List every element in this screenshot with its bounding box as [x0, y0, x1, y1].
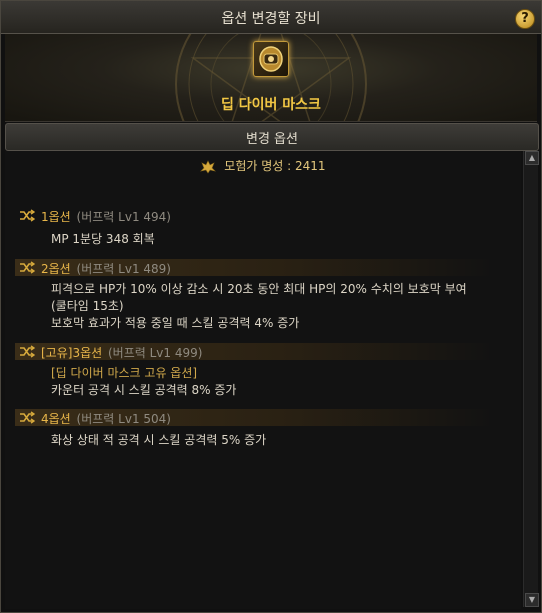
- adventurer-fame-icon: [200, 159, 217, 174]
- vertical-scrollbar[interactable]: ▲ ▼: [523, 151, 539, 607]
- option-1-header: 1옵션 (버프력 Lv1 494): [15, 207, 495, 224]
- option-1-line-1: MP 1분당 348 회복: [51, 232, 155, 246]
- shuffle-icon[interactable]: [19, 209, 35, 222]
- shuffle-icon[interactable]: [19, 345, 35, 358]
- fame-label: 모험가 명성 : 2411: [224, 159, 326, 173]
- option-3-title: [고유]3옵션 (버프력 Lv1 499): [41, 346, 203, 360]
- option-2-line-1: 피격으로 HP가 10% 이상 감소 시 20초 동안 최대 HP의 20% 수…: [51, 282, 467, 296]
- shuffle-icon[interactable]: [19, 411, 35, 424]
- option-3-line-1: 카운터 공격 시 스킬 공격력 8% 증가: [51, 383, 237, 397]
- option-4-header: 4옵션 (버프력 Lv1 504): [15, 409, 495, 426]
- helmet-mask-icon[interactable]: [253, 41, 289, 77]
- item-name: 딥 다이버 마스크: [221, 97, 321, 113]
- option-4-title: 4옵션 (버프력 Lv1 504): [41, 412, 171, 426]
- option-3-header: [고유]3옵션 (버프력 Lv1 499): [15, 343, 495, 360]
- option-3-unique-label: [딥 다이버 마스크 고유 옵션]: [51, 366, 198, 380]
- section-header: 변경 옵션: [5, 123, 539, 151]
- window-title: 옵션 변경할 장비: [221, 11, 321, 27]
- option-2-header: 2옵션 (버프력 Lv1 489): [15, 259, 495, 276]
- item-panel: 딥 다이버 마스크: [5, 34, 537, 122]
- shuffle-icon[interactable]: [19, 261, 35, 274]
- option-1-title: 1옵션 (버프력 Lv1 494): [41, 210, 171, 224]
- option-change-window: 옵션 변경할 장비 ? 딥 다이버 마스크 변경 옵션 모험가 명성 : 241…: [0, 0, 542, 613]
- help-button[interactable]: ?: [515, 9, 535, 29]
- scroll-down-button[interactable]: ▼: [525, 593, 539, 607]
- section-title: 변경 옵션: [246, 132, 298, 147]
- fame-row: 모험가 명성 : 2411: [5, 157, 521, 174]
- option-2-line-2: (쿨타임 15초): [51, 299, 124, 313]
- scroll-up-button[interactable]: ▲: [525, 151, 539, 165]
- options-content: 모험가 명성 : 2411 1옵션 (버프력 Lv1 494) MP 1분당 3…: [5, 151, 521, 609]
- option-2-title: 2옵션 (버프력 Lv1 489): [41, 262, 171, 276]
- option-4-line-1: 화상 상태 적 공격 시 스킬 공격력 5% 증가: [51, 433, 267, 447]
- option-2-line-3: 보호막 효과가 적용 중일 때 스킬 공격력 4% 증가: [51, 316, 300, 330]
- title-bar: 옵션 변경할 장비 ?: [1, 1, 541, 34]
